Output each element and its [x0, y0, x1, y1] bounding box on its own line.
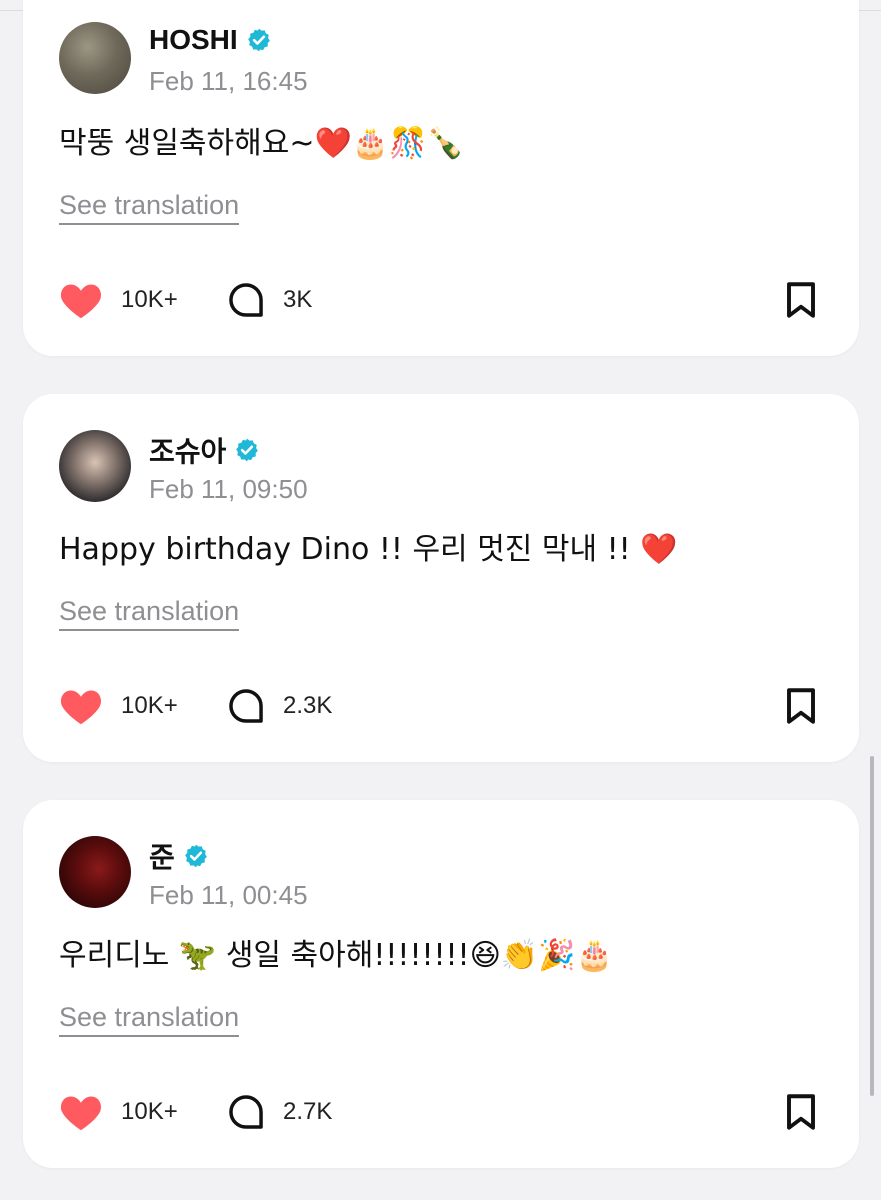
- comment-bubble-icon: [229, 283, 263, 317]
- avatar[interactable]: [59, 22, 131, 94]
- comment-count: 2.7K: [283, 1098, 333, 1125]
- comment-button[interactable]: 2.7K: [227, 1090, 332, 1134]
- comment-button[interactable]: 3K: [227, 278, 312, 322]
- like-button[interactable]: 10K+: [59, 278, 178, 322]
- verified-badge-icon: [184, 844, 207, 868]
- post-message: 막뚱 생일축하해요~❤️🎂🎊🍾: [59, 126, 464, 161]
- post-card: 조슈아 Feb 11, 09:50 Happy birthday Dino !!…: [23, 394, 859, 762]
- comment-bubble-icon: [229, 689, 263, 723]
- bookmark-icon[interactable]: [783, 280, 819, 320]
- feed-screen: HOSHI Feb 11, 16:45 막뚱 생일축하해요~❤️🎂🎊🍾 See …: [0, 0, 881, 1200]
- verified-badge-icon: [236, 438, 259, 462]
- post-date: Feb 11, 00:45: [149, 880, 308, 910]
- comment-count: 2.3K: [283, 692, 333, 719]
- like-button[interactable]: 10K+: [59, 1090, 178, 1134]
- see-translation-link[interactable]: See translation: [59, 596, 240, 631]
- comment-count: 3K: [283, 286, 313, 313]
- post-message: 우리디노 🦖 생일 축아해!!!!!!!!😆👏🎉🎂: [59, 938, 613, 973]
- bookmark-icon[interactable]: [783, 1092, 819, 1132]
- author-row: 준: [149, 836, 209, 876]
- author-row: HOSHI: [149, 24, 272, 56]
- post-date: Feb 11, 16:45: [149, 66, 308, 96]
- scrollbar[interactable]: [870, 756, 874, 1096]
- verified-badge-icon: [247, 28, 270, 52]
- comment-bubble-icon: [229, 1095, 263, 1129]
- heart-icon: [60, 690, 102, 725]
- heart-icon: [60, 284, 102, 319]
- author-row: 조슈아: [149, 430, 260, 470]
- post-date: Feb 11, 09:50: [149, 474, 308, 504]
- see-translation-link[interactable]: See translation: [59, 1002, 240, 1037]
- post-actions: 10K+ 3K: [59, 278, 819, 322]
- avatar[interactable]: [59, 430, 131, 502]
- like-count: 10K+: [121, 692, 178, 719]
- see-translation-link[interactable]: See translation: [59, 190, 240, 225]
- avatar[interactable]: [59, 836, 131, 908]
- post-actions: 10K+ 2.7K: [59, 1090, 819, 1134]
- heart-icon: [60, 1096, 102, 1131]
- post-actions: 10K+ 2.3K: [59, 684, 819, 728]
- author-name[interactable]: HOSHI: [149, 24, 238, 56]
- author-name[interactable]: 준: [149, 836, 175, 876]
- post-message: Happy birthday Dino !! 우리 멋진 막내 !! ❤️: [59, 532, 678, 567]
- like-count: 10K+: [121, 286, 178, 313]
- like-button[interactable]: 10K+: [59, 684, 178, 728]
- post-card: 준 Feb 11, 00:45 우리디노 🦖 생일 축아해!!!!!!!!😆👏🎉…: [23, 800, 859, 1168]
- like-count: 10K+: [121, 1098, 178, 1125]
- comment-button[interactable]: 2.3K: [227, 684, 332, 728]
- author-name[interactable]: 조슈아: [149, 430, 226, 470]
- bookmark-icon[interactable]: [783, 686, 819, 726]
- post-card: HOSHI Feb 11, 16:45 막뚱 생일축하해요~❤️🎂🎊🍾 See …: [23, 0, 859, 356]
